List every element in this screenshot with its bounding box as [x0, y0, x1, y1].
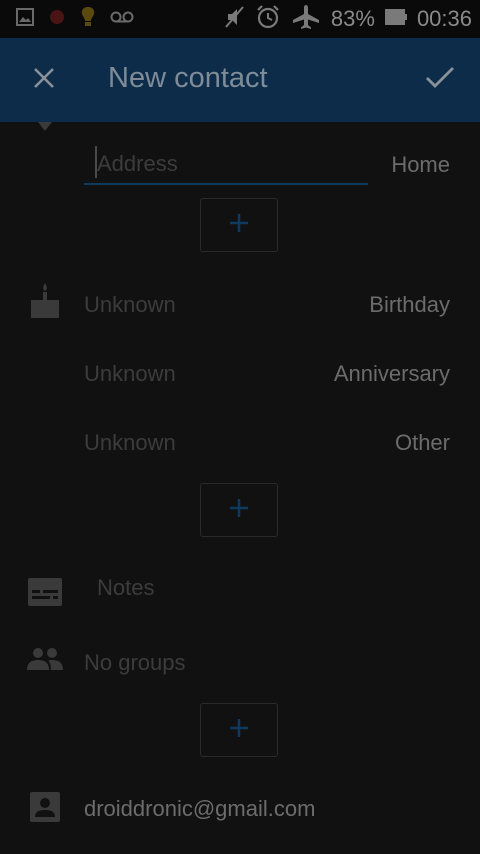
status-bar-right: 83% 00:36	[223, 4, 472, 35]
voicemail-icon	[110, 10, 134, 29]
app-bar: New contact	[0, 38, 480, 122]
airplane-icon	[291, 4, 321, 35]
notes-icon	[26, 576, 64, 608]
notes-input[interactable]: Notes	[97, 575, 154, 601]
check-icon	[425, 66, 455, 95]
add-address-button[interactable]	[200, 198, 278, 252]
alarm-icon	[255, 4, 281, 35]
address-underline	[84, 183, 368, 185]
battery-icon	[384, 8, 407, 30]
cake-icon	[26, 280, 64, 320]
close-button[interactable]	[24, 60, 64, 100]
groups-icon	[26, 646, 64, 672]
page-title: New contact	[108, 62, 268, 94]
add-event-button[interactable]	[200, 483, 278, 537]
address-input[interactable]: Address	[97, 151, 178, 177]
groups-field[interactable]: No groups	[84, 650, 186, 676]
add-field-button[interactable]	[200, 703, 278, 757]
other-date-field[interactable]: Unknown	[84, 430, 176, 456]
save-button[interactable]	[420, 60, 460, 100]
account-icon	[28, 790, 62, 824]
plus-icon	[228, 497, 250, 524]
plus-icon	[228, 717, 250, 744]
status-bar-left	[16, 6, 134, 33]
bulb-icon	[80, 6, 96, 33]
plus-icon	[228, 212, 250, 239]
contact-form: Address Home Unknown Birthday Unknown An…	[0, 122, 480, 854]
anniversary-type-dropdown[interactable]: Anniversary	[334, 361, 450, 387]
battery-percent: 83%	[330, 6, 375, 31]
notification-dot-icon	[48, 8, 66, 31]
account-email: droiddronic@gmail.com	[84, 796, 316, 821]
status-bar: 83% 00:36	[0, 0, 480, 38]
clock: 00:36	[416, 6, 472, 31]
close-icon	[33, 67, 55, 94]
other-type-dropdown[interactable]: Other	[395, 430, 450, 456]
anniversary-date-field[interactable]: Unknown	[84, 361, 176, 387]
image-icon	[16, 7, 34, 31]
birthday-date-field[interactable]: Unknown	[84, 292, 176, 318]
birthday-type-dropdown[interactable]: Birthday	[369, 292, 450, 318]
address-type-dropdown[interactable]: Home	[391, 152, 450, 178]
location-icon-fragment	[38, 122, 52, 131]
mute-icon	[223, 5, 245, 34]
